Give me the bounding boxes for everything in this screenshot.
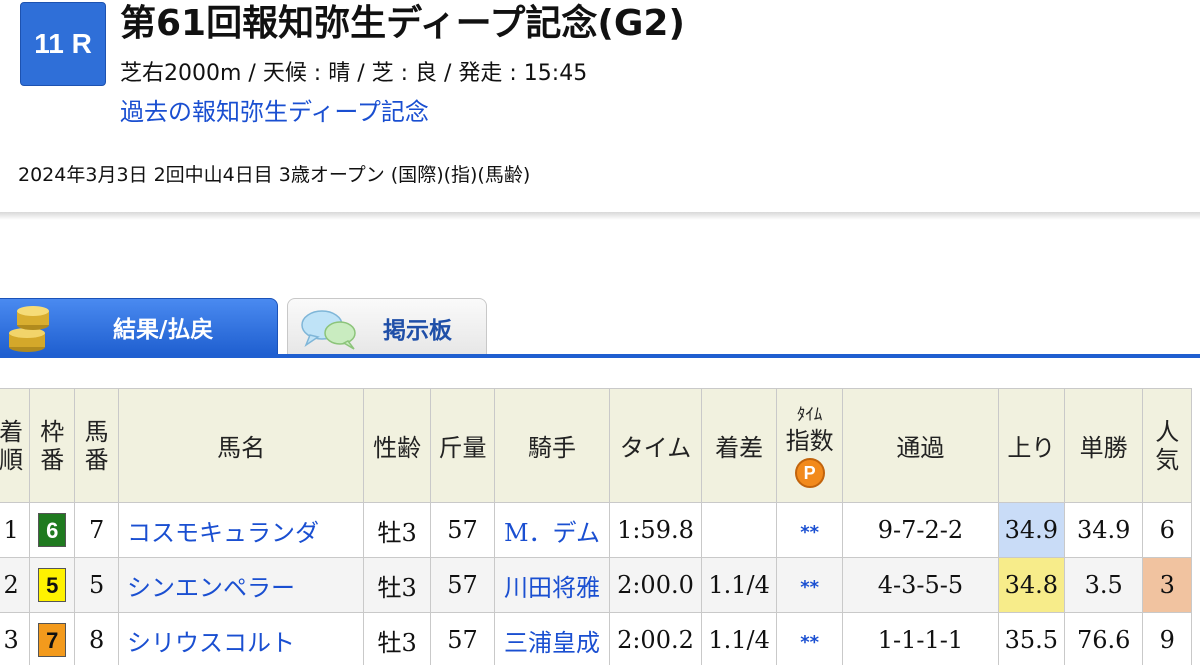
col-waku-label-1: 枠 xyxy=(40,417,65,446)
col-sex-age: 性齢 xyxy=(363,388,432,503)
col-passing: 通過 xyxy=(842,388,999,503)
cell-sex-age: 牡3 xyxy=(363,557,432,613)
cell-last3f: 34.9 xyxy=(997,502,1065,558)
cell-passing: 9-7-2-2 xyxy=(842,502,999,558)
cell-rank: 1 xyxy=(0,502,31,558)
past-races-link[interactable]: 過去の報知弥生ディープ記念 xyxy=(120,92,429,127)
waku-badge: 5 xyxy=(38,568,67,602)
cell-time: 1:59.8 xyxy=(608,502,703,558)
col-rank: 着順 xyxy=(0,388,31,503)
col-pop-label-2: 気 xyxy=(1155,445,1180,474)
cell-umaban: 8 xyxy=(74,612,119,665)
table-row: 3 7 8 シリウスコルト 牡3 57 三浦皇成 2:00.2 1.1/4 ** 1-1-1-1 35… xyxy=(0,612,1192,665)
table-row: 1 6 7 コスモキュランダ 牡3 57 M．デム 1:59.8 ** 9-7-2-2 34.9 34… xyxy=(0,502,1192,558)
cell-waku: 7 xyxy=(29,612,76,665)
col-rank-label-2: 順 xyxy=(0,445,24,474)
cell-margin: 1.1/4 xyxy=(700,557,778,613)
col-jockey: 騎手 xyxy=(494,388,610,503)
cell-sex-age: 牡3 xyxy=(363,612,432,665)
cell-odds: 3.5 xyxy=(1063,557,1144,613)
cell-time-index[interactable]: ** xyxy=(776,612,844,665)
race-date-info: 2024年3月3日 2回中山4日目 3歳オープン (国際)(指)(馬齢) xyxy=(18,164,531,186)
tab-results-payout[interactable]: 結果/払戻 xyxy=(0,298,278,356)
race-number-badge: 11 R xyxy=(20,2,106,86)
col-umaban-label-2: 番 xyxy=(84,445,109,474)
col-waku: 枠番 xyxy=(29,388,76,503)
jockey-link[interactable]: M．デム xyxy=(504,519,600,547)
waku-badge: 7 xyxy=(38,623,67,657)
cell-popularity: 3 xyxy=(1142,557,1192,613)
cell-time: 2:00.0 xyxy=(608,557,703,613)
cell-weight: 57 xyxy=(430,557,496,613)
col-waku-label-2: 番 xyxy=(40,445,65,474)
cell-jockey[interactable]: 川田将雅 xyxy=(494,557,610,613)
cell-time-index[interactable]: ** xyxy=(776,557,844,613)
cell-sex-age: 牡3 xyxy=(363,502,432,558)
time-index-value[interactable]: ** xyxy=(800,522,819,543)
cell-weight: 57 xyxy=(430,612,496,665)
col-umaban-label-1: 馬 xyxy=(84,417,109,446)
col-last3f: 上り xyxy=(997,388,1065,503)
cell-margin: 1.1/4 xyxy=(700,612,778,665)
tab-message-board[interactable]: 掲示板 xyxy=(287,298,487,356)
header-divider xyxy=(0,212,1200,220)
col-margin: 着差 xyxy=(700,388,778,503)
cell-horse-name[interactable]: コスモキュランダ xyxy=(117,502,365,558)
col-time-index-label-2: 指数 xyxy=(785,426,834,455)
cell-umaban: 5 xyxy=(74,557,119,613)
jockey-link[interactable]: 三浦皇成 xyxy=(504,629,600,657)
tab-underline xyxy=(0,354,1200,358)
table-row: 2 5 5 シンエンペラー 牡3 57 川田将雅 2:00.0 1.1/4 ** 4-3-5-5 34… xyxy=(0,557,1192,613)
waku-badge: 6 xyxy=(38,513,67,547)
results-table: 着順 枠番 馬番 馬名 性齢 斤量 騎手 タイム 着差 ﾀｲﾑ 指数 P 通過 … xyxy=(0,388,1192,665)
cell-margin xyxy=(700,502,778,558)
cell-umaban: 7 xyxy=(74,502,119,558)
cell-horse-name[interactable]: シンエンペラー xyxy=(117,557,365,613)
cell-odds: 76.6 xyxy=(1063,612,1144,665)
jockey-link[interactable]: 川田将雅 xyxy=(504,574,600,602)
cell-popularity: 9 xyxy=(1142,612,1192,665)
coin-stack-icon xyxy=(9,306,49,352)
cell-time: 2:00.2 xyxy=(608,612,703,665)
race-conditions: 芝右2000m / 天候 : 晴 / 芝 : 良 / 発走 : 15:45 xyxy=(120,61,588,86)
cell-horse-name[interactable]: シリウスコルト xyxy=(117,612,365,665)
col-horse-name: 馬名 xyxy=(117,388,365,503)
col-umaban: 馬番 xyxy=(74,388,119,503)
col-rank-label-1: 着 xyxy=(0,417,24,446)
time-index-value[interactable]: ** xyxy=(800,632,819,653)
cell-passing: 1-1-1-1 xyxy=(842,612,999,665)
tab-results-label: 結果/払戻 xyxy=(113,317,214,343)
time-index-value[interactable]: ** xyxy=(800,577,819,598)
cell-weight: 57 xyxy=(430,502,496,558)
cell-last3f: 34.8 xyxy=(997,557,1065,613)
col-time: タイム xyxy=(608,388,703,503)
cell-jockey[interactable]: 三浦皇成 xyxy=(494,612,610,665)
race-title: 第61回報知弥生ディープ記念(G2) xyxy=(120,3,685,44)
col-popularity: 人気 xyxy=(1142,388,1192,503)
cell-waku: 5 xyxy=(29,557,76,613)
horse-link[interactable]: シンエンペラー xyxy=(127,574,295,602)
premium-p-icon[interactable]: P xyxy=(794,457,825,488)
horse-link[interactable]: シリウスコルト xyxy=(127,629,295,657)
horse-link[interactable]: コスモキュランダ xyxy=(127,519,319,547)
tab-board-label: 掲示板 xyxy=(383,317,452,344)
cell-passing: 4-3-5-5 xyxy=(842,557,999,613)
speech-bubble-icon xyxy=(301,310,356,350)
cell-waku: 6 xyxy=(29,502,76,558)
col-pop-label-1: 人 xyxy=(1155,417,1180,446)
col-time-index: ﾀｲﾑ 指数 P xyxy=(776,388,844,503)
cell-odds: 34.9 xyxy=(1063,502,1144,558)
cell-jockey[interactable]: M．デム xyxy=(494,502,610,558)
cell-time-index[interactable]: ** xyxy=(776,502,844,558)
cell-last3f: 35.5 xyxy=(997,612,1065,665)
table-header-row: 着順 枠番 馬番 馬名 性齢 斤量 騎手 タイム 着差 ﾀｲﾑ 指数 P 通過 … xyxy=(0,388,1192,503)
col-odds: 単勝 xyxy=(1063,388,1144,503)
cell-popularity: 6 xyxy=(1142,502,1192,558)
col-time-index-label-1: ﾀｲﾑ xyxy=(796,404,823,425)
col-weight: 斤量 xyxy=(430,388,496,503)
cell-rank: 2 xyxy=(0,557,31,613)
cell-rank: 3 xyxy=(0,612,31,665)
